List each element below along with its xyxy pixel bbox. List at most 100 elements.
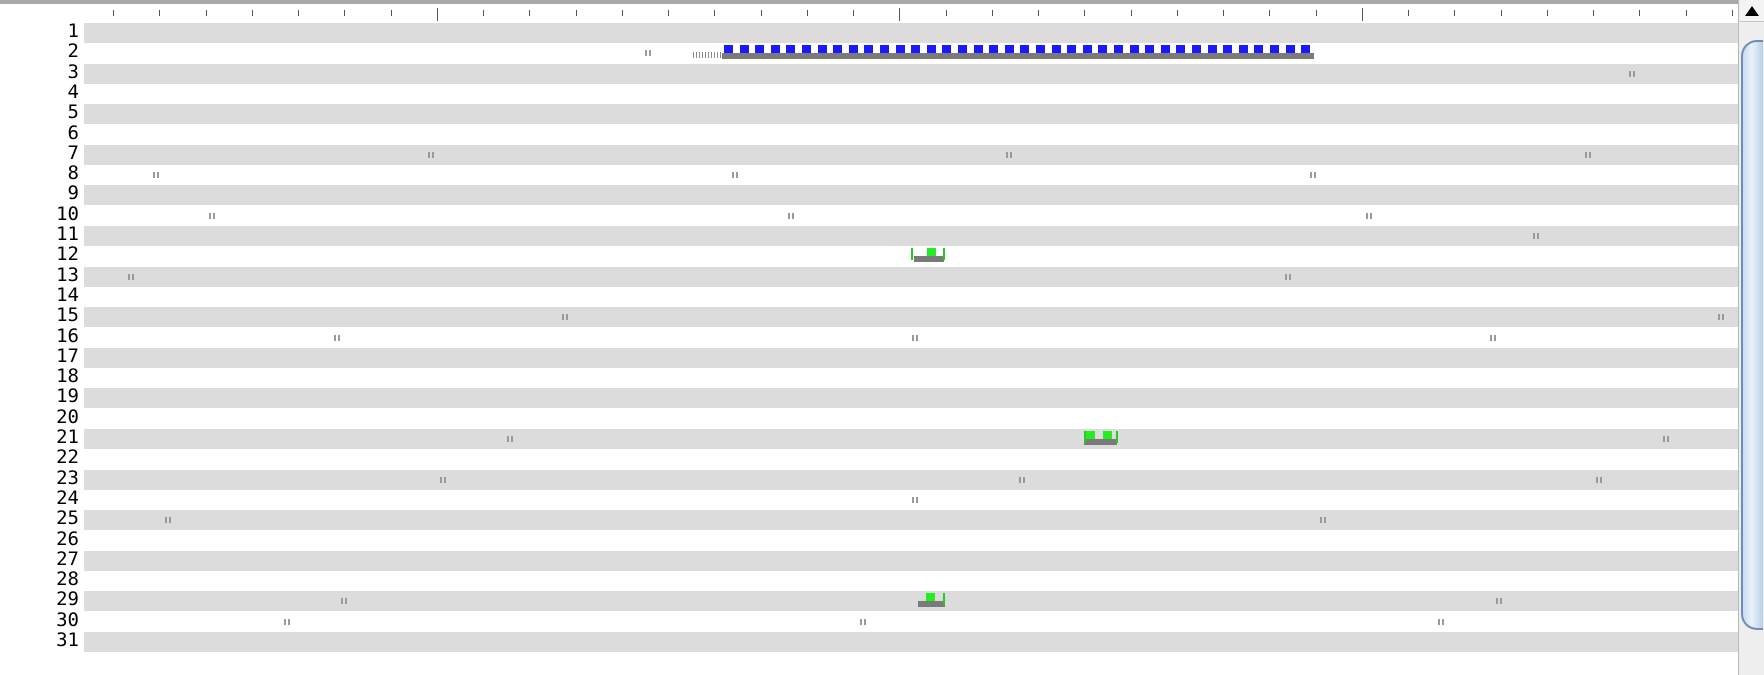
site-mark[interactable] <box>645 50 652 58</box>
track-row-band[interactable] <box>84 429 1738 449</box>
track-row-band[interactable] <box>84 185 1738 205</box>
feature-block[interactable] <box>1301 45 1310 53</box>
site-mark[interactable] <box>1310 172 1317 180</box>
feature-cluster[interactable] <box>1084 431 1117 445</box>
scroll-up-arrow-icon[interactable] <box>1740 0 1764 22</box>
feature-block[interactable] <box>1086 431 1095 439</box>
site-mark[interactable] <box>1718 314 1725 322</box>
feature-block[interactable] <box>1130 45 1139 53</box>
track-row-band[interactable] <box>84 490 1738 510</box>
feature-block[interactable] <box>1239 45 1248 53</box>
feature-block[interactable] <box>818 45 827 53</box>
feature-block[interactable] <box>740 45 749 53</box>
feature-block[interactable] <box>1176 45 1185 53</box>
track-row-band[interactable] <box>84 64 1738 84</box>
feature-block[interactable] <box>1286 45 1295 53</box>
site-mark[interactable] <box>1496 598 1503 606</box>
track-row-band[interactable] <box>84 388 1738 408</box>
site-mark[interactable] <box>860 619 867 627</box>
site-mark[interactable] <box>440 477 447 485</box>
site-mark[interactable] <box>912 335 919 343</box>
feature-block[interactable] <box>849 45 858 53</box>
feature-block[interactable] <box>724 45 733 53</box>
site-mark[interactable] <box>165 517 172 525</box>
feature-block[interactable] <box>1114 45 1123 53</box>
feature-block[interactable] <box>864 45 873 53</box>
feature-block[interactable] <box>786 45 795 53</box>
track-row-band[interactable] <box>84 449 1738 469</box>
site-mark[interactable] <box>1438 619 1445 627</box>
track-row-band[interactable] <box>84 267 1738 287</box>
track-row-band[interactable] <box>84 591 1738 611</box>
track-row-band[interactable] <box>84 125 1738 145</box>
site-mark[interactable] <box>1585 152 1592 160</box>
feature-block[interactable] <box>896 45 905 53</box>
feature-block[interactable] <box>1036 45 1045 53</box>
site-mark-run[interactable] <box>693 52 722 58</box>
site-mark[interactable] <box>284 619 291 627</box>
feature-block[interactable] <box>927 45 936 53</box>
feature-block[interactable] <box>911 45 920 53</box>
feature-block[interactable] <box>1254 45 1263 53</box>
feature-block[interactable] <box>1208 45 1217 53</box>
feature-block[interactable] <box>1083 45 1092 53</box>
track-row-band[interactable] <box>84 226 1738 246</box>
site-mark[interactable] <box>341 598 348 606</box>
track-row-band[interactable] <box>84 510 1738 530</box>
feature-block[interactable] <box>974 45 983 53</box>
site-mark[interactable] <box>1663 436 1670 444</box>
track-row-band[interactable] <box>84 307 1738 327</box>
track-row-band[interactable] <box>84 368 1738 388</box>
feature-block[interactable] <box>1161 45 1170 53</box>
feature-block[interactable] <box>926 593 935 601</box>
feature-block[interactable] <box>802 45 811 53</box>
site-mark[interactable] <box>507 436 514 444</box>
site-mark[interactable] <box>1366 213 1373 221</box>
track-row-band[interactable] <box>84 104 1738 124</box>
feature-block[interactable] <box>1145 45 1154 53</box>
feature-cluster[interactable] <box>722 45 1314 59</box>
feature-block[interactable] <box>771 45 780 53</box>
site-mark[interactable] <box>1320 517 1327 525</box>
feature-block[interactable] <box>880 45 889 53</box>
site-mark[interactable] <box>428 152 435 160</box>
site-mark[interactable] <box>209 213 216 221</box>
track-row-band[interactable] <box>84 206 1738 226</box>
track-row-band[interactable] <box>84 165 1738 185</box>
site-mark[interactable] <box>334 335 341 343</box>
site-mark[interactable] <box>1533 233 1540 241</box>
track-row-band[interactable] <box>84 551 1738 571</box>
feature-cluster[interactable] <box>914 248 944 262</box>
track-row-band[interactable] <box>84 145 1738 165</box>
feature-block[interactable] <box>1192 45 1201 53</box>
feature-cluster[interactable] <box>918 593 945 607</box>
scroll-thumb[interactable] <box>1741 40 1763 630</box>
site-mark[interactable] <box>1285 274 1292 282</box>
site-mark[interactable] <box>153 172 160 180</box>
track-row-band[interactable] <box>84 84 1738 104</box>
track-row-band[interactable] <box>84 612 1738 632</box>
feature-block[interactable] <box>942 45 951 53</box>
site-mark[interactable] <box>1596 477 1603 485</box>
feature-block[interactable] <box>755 45 764 53</box>
feature-block[interactable] <box>833 45 842 53</box>
track-row-band[interactable] <box>84 409 1738 429</box>
vertical-scrollbar[interactable] <box>1738 0 1764 675</box>
feature-block[interactable] <box>1270 45 1279 53</box>
track-row-band[interactable] <box>84 287 1738 307</box>
track-row-band[interactable] <box>84 531 1738 551</box>
track-row-band[interactable] <box>84 470 1738 490</box>
site-mark[interactable] <box>1490 335 1497 343</box>
site-mark[interactable] <box>1019 477 1026 485</box>
feature-block[interactable] <box>1005 45 1014 53</box>
track-row-band[interactable] <box>84 571 1738 591</box>
feature-block[interactable] <box>989 45 998 53</box>
feature-block[interactable] <box>927 248 936 256</box>
site-mark[interactable] <box>562 314 569 322</box>
track-row-band[interactable] <box>84 23 1738 43</box>
site-mark[interactable] <box>1629 71 1636 79</box>
feature-block[interactable] <box>1067 45 1076 53</box>
feature-block[interactable] <box>1098 45 1107 53</box>
feature-block[interactable] <box>1052 45 1061 53</box>
site-mark[interactable] <box>788 213 795 221</box>
